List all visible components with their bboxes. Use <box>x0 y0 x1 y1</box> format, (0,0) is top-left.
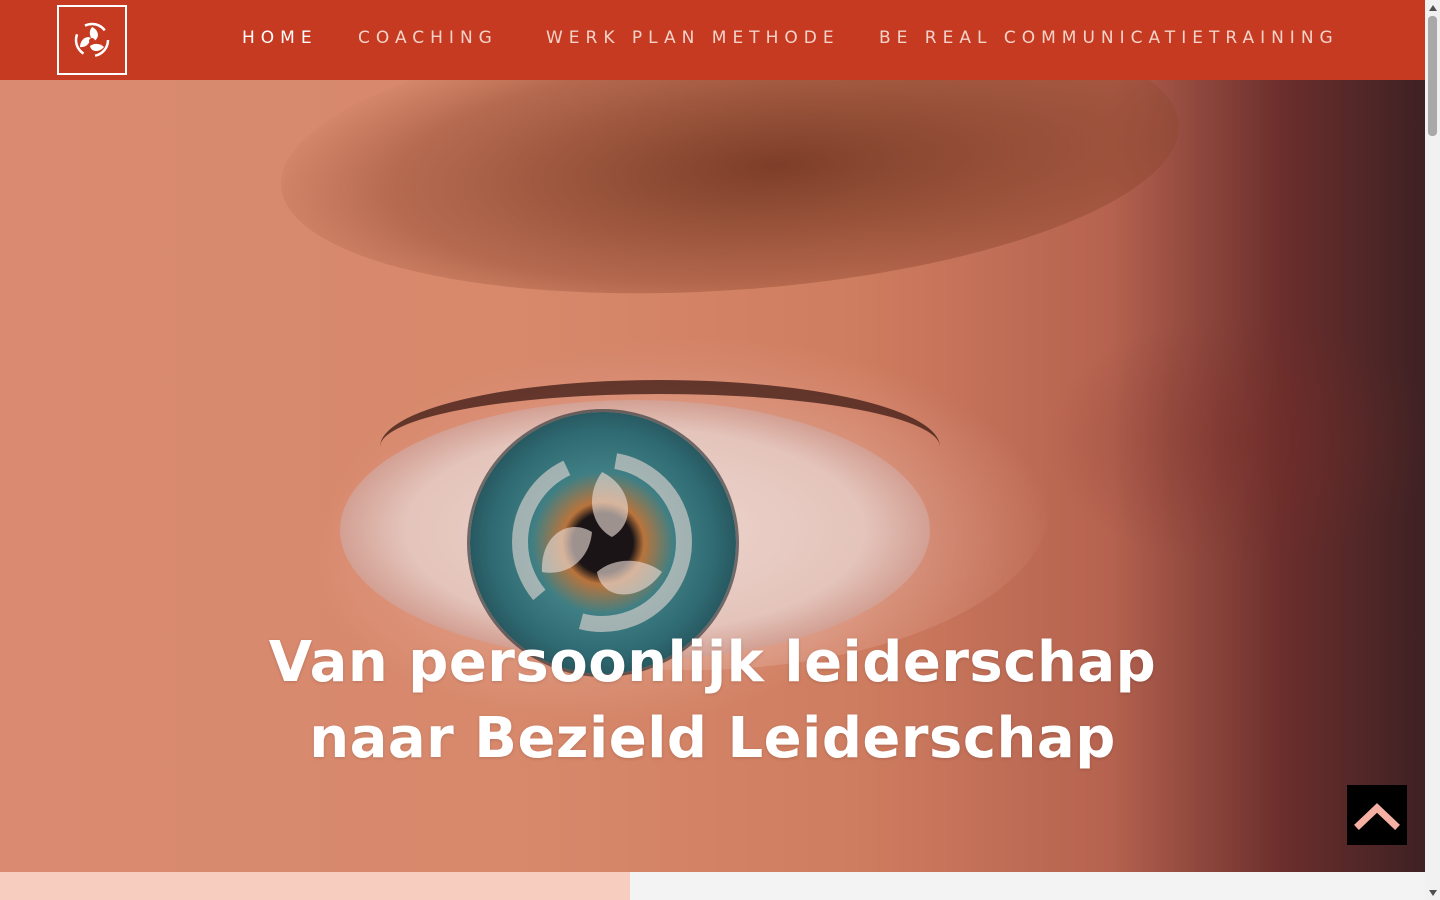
nav-item-be-real-communicatietraining[interactable]: BE REAL COMMUNICATIETRAINING <box>879 28 1339 48</box>
nav-item-coaching[interactable]: COACHING <box>358 28 498 48</box>
site-header: HOME COACHING WERK PLAN METHODE BE REAL … <box>0 0 1425 80</box>
hero-image-eyebrow <box>271 80 1189 322</box>
hero-title-line-1: Van persoonlijk leiderschap <box>268 630 1157 695</box>
nav-item-home[interactable]: HOME <box>242 28 318 48</box>
page: HOME COACHING WERK PLAN METHODE BE REAL … <box>0 0 1425 900</box>
main-nav: HOME COACHING WERK PLAN METHODE BE REAL … <box>0 0 1425 80</box>
scroll-down-arrow-icon[interactable] <box>1425 885 1440 900</box>
scroll-up-arrow-icon[interactable] <box>1425 0 1440 15</box>
scrollbar-thumb[interactable] <box>1428 16 1437 136</box>
hero-title-line-2: naar Bezield Leiderschap <box>309 706 1116 771</box>
page-scrollbar[interactable] <box>1425 0 1440 900</box>
watermark-logo-icon <box>512 452 692 632</box>
nav-item-werk-plan-methode[interactable]: WERK PLAN METHODE <box>546 28 840 48</box>
scroll-to-top-button[interactable] <box>1347 785 1407 845</box>
chevron-up-icon <box>1354 803 1400 830</box>
section-strip-left <box>0 872 630 900</box>
hero-section: Van persoonlijk leiderschap naar Bezield… <box>0 80 1425 872</box>
hero-title: Van persoonlijk leiderschap naar Bezield… <box>0 625 1425 777</box>
section-strip-right <box>630 872 1425 900</box>
